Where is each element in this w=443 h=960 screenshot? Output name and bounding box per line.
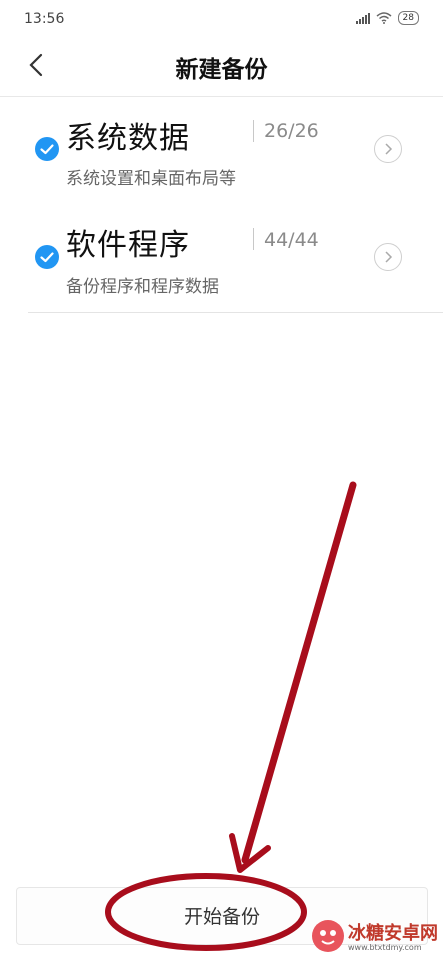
watermark-title: 冰糖安卓网 [348,923,438,944]
item-title: 软件程序 [66,228,190,263]
chevron-right-icon[interactable] [374,135,402,163]
watermark-url: www.btxtdmy.com [348,943,422,952]
item-subtitle: 备份程序和程序数据 [66,277,219,297]
battery-indicator: 28 [397,11,419,25]
list-item-apps[interactable]: 软件程序 44/44 备份程序和程序数据 [28,205,443,313]
watermark-logo-icon [312,920,344,952]
divider [253,228,254,250]
page-title: 新建备份 [175,57,268,83]
status-icons: 28 [355,11,419,25]
item-subtitle: 系统设置和桌面布局等 [66,169,236,189]
chevron-right-icon[interactable] [374,243,402,271]
item-title: 系统数据 [66,121,190,156]
watermark: 冰糖安卓网 www.btxtdmy.com [312,917,440,957]
wifi-icon [376,12,392,24]
status-time: 13:56 [24,11,65,27]
list-item-system-data[interactable]: 系统数据 26/26 系统设置和桌面布局等 [0,108,443,215]
annotation-arrow-line [241,481,357,864]
status-bar: 13:56 28 [0,0,443,38]
item-count: 26/26 [264,120,319,142]
title-bar: 新建备份 [0,38,443,97]
annotation-arrow-head [229,833,271,873]
divider [253,120,254,142]
checkbox-checked-icon[interactable] [35,137,59,161]
item-count: 44/44 [264,229,319,251]
signal-icon [355,12,370,24]
checkbox-checked-icon[interactable] [35,245,59,269]
